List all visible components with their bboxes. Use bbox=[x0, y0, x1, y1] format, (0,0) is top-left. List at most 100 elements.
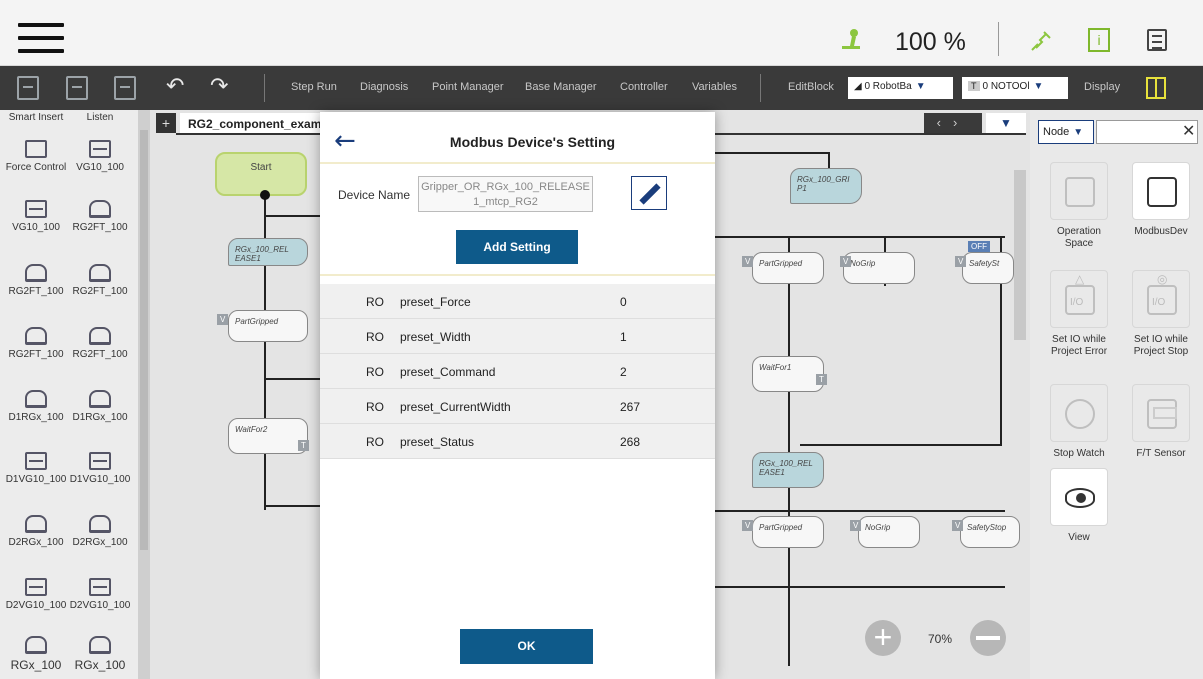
operation-space-icon bbox=[1050, 162, 1108, 220]
setting-row[interactable]: RO preset_CurrentWidth 267 bbox=[320, 389, 715, 424]
node-set-io-stop[interactable]: Set IO while Project Stop bbox=[1126, 270, 1196, 358]
close-icon[interactable]: ✕ bbox=[1182, 121, 1195, 141]
node-label: NoGrip bbox=[865, 523, 891, 532]
ok-button[interactable]: OK bbox=[460, 629, 593, 664]
partgripped-node[interactable]: PartGripped bbox=[752, 516, 824, 548]
editblock-button[interactable]: EditBlock bbox=[788, 81, 834, 93]
divider bbox=[320, 162, 715, 164]
network-icon bbox=[1147, 177, 1177, 207]
tool-select[interactable]: T0 NOTOOl ▼ bbox=[962, 77, 1068, 99]
start-node[interactable]: Start bbox=[215, 152, 307, 196]
palette-label: RG2FT_100 bbox=[8, 349, 64, 360]
gripper-icon bbox=[89, 327, 111, 345]
robot-base-select[interactable]: ◢ 0 RobotBa ▼ bbox=[848, 77, 953, 99]
flow-wire bbox=[715, 236, 1005, 238]
setting-row[interactable]: RO preset_Status 268 bbox=[320, 424, 715, 459]
palette-label: RG2FT_100 bbox=[72, 349, 128, 360]
node-label: RGx_100_GRI P1 bbox=[797, 175, 850, 193]
zoom-in-button[interactable]: + bbox=[865, 620, 901, 656]
palette-item-rg2ft[interactable]: RG2FT_100 bbox=[2, 264, 70, 297]
palette-item-d2vg10[interactable]: D2VG10_100 bbox=[2, 578, 70, 611]
setting-row[interactable]: RO preset_Command 2 bbox=[320, 354, 715, 389]
save-icon[interactable] bbox=[66, 76, 88, 100]
diagnosis-button[interactable]: Diagnosis bbox=[360, 81, 408, 93]
display-button[interactable]: Display bbox=[1084, 81, 1120, 93]
palette-item-listen[interactable]: Listen bbox=[66, 112, 134, 123]
menu-icon[interactable] bbox=[18, 23, 64, 57]
device-name-field[interactable]: Gripper_OR_RGx_100_RELEASE 1_mtcp_RG2 bbox=[418, 176, 593, 212]
redo-icon[interactable]: ↷ bbox=[210, 74, 228, 99]
palette-item-d2vg10[interactable]: D2VG10_100 bbox=[66, 578, 134, 611]
zoom-out-button[interactable] bbox=[970, 620, 1006, 656]
palette-item-rgx[interactable]: RGx_100 bbox=[2, 636, 70, 672]
palette-item-d2rgx[interactable]: D2RGx_100 bbox=[66, 515, 134, 548]
grip-node[interactable]: RGx_100_GRI P1 bbox=[790, 168, 862, 204]
controller-button[interactable]: Controller bbox=[620, 81, 668, 93]
edit-button[interactable] bbox=[631, 176, 667, 210]
release-node[interactable]: RGx_100_REL EASE1 bbox=[752, 452, 824, 488]
safetystop-node[interactable]: SafetySt bbox=[962, 252, 1014, 284]
node-label: NoGrip bbox=[850, 259, 876, 268]
palette-item-d1vg10[interactable]: D1VG10_100 bbox=[66, 452, 134, 485]
robot-status-icon[interactable] bbox=[838, 28, 864, 52]
waitfor-node[interactable]: WaitFor2 bbox=[228, 418, 308, 454]
palette-scrollbar[interactable] bbox=[138, 110, 150, 679]
waitfor-node[interactable]: WaitFor1 bbox=[752, 356, 824, 392]
node-label: PartGripped bbox=[235, 317, 279, 326]
canvas-scrollbar[interactable] bbox=[1014, 170, 1026, 340]
release-node[interactable]: RGx_100_REL EASE1 bbox=[228, 238, 308, 266]
connection-icon[interactable] bbox=[1028, 28, 1054, 54]
vacuum-gripper-icon bbox=[89, 452, 111, 470]
node-view[interactable]: View bbox=[1044, 468, 1114, 544]
panel-toggle-icon[interactable] bbox=[1146, 77, 1166, 99]
node-label: RGx_100_REL EASE1 bbox=[235, 245, 289, 263]
palette-item-vg10[interactable]: VG10_100 bbox=[66, 140, 134, 173]
setting-value: 267 bbox=[620, 400, 641, 414]
tab-list-dropdown[interactable]: ▼ bbox=[986, 113, 1026, 133]
step-run-button[interactable]: Step Run bbox=[291, 81, 337, 93]
palette-item-rg2ft[interactable]: RG2FT_100 bbox=[66, 327, 134, 360]
palette-item-d1rgx[interactable]: D1RGx_100 bbox=[66, 390, 134, 423]
safetystop-node[interactable]: SafetyStop bbox=[960, 516, 1020, 548]
palette-item-d1rgx[interactable]: D1RGx_100 bbox=[2, 390, 70, 423]
node-operation-space[interactable]: Operation Space bbox=[1044, 162, 1114, 250]
setting-row[interactable]: RO preset_Force 0 bbox=[320, 284, 715, 319]
tab-project[interactable]: RG2_component_exam bbox=[180, 113, 325, 135]
info-icon[interactable]: i bbox=[1088, 28, 1110, 52]
node-modbusdev[interactable]: ModbusDev bbox=[1126, 162, 1196, 238]
palette-item-d2rgx[interactable]: D2RGx_100 bbox=[2, 515, 70, 548]
palette-item-rg2ft[interactable]: RG2FT_100 bbox=[2, 327, 70, 360]
off-toggle[interactable]: OFF bbox=[968, 241, 990, 252]
nogrip-node[interactable]: NoGrip bbox=[843, 252, 915, 284]
palette-label: D1VG10_100 bbox=[69, 474, 131, 485]
node-filter-select[interactable]: Node ▼ bbox=[1038, 120, 1094, 144]
nogrip-node[interactable]: NoGrip bbox=[858, 516, 920, 548]
palette-item-rg2ft[interactable]: RG2FT_100 bbox=[66, 200, 134, 233]
palette-item-d1vg10[interactable]: D1VG10_100 bbox=[2, 452, 70, 485]
partgripped-node[interactable]: PartGripped bbox=[752, 252, 824, 284]
palette-item-vg10[interactable]: VG10_100 bbox=[2, 200, 70, 233]
base-manager-button[interactable]: Base Manager bbox=[525, 81, 597, 93]
save-as-icon[interactable] bbox=[114, 76, 136, 100]
log-icon[interactable] bbox=[1147, 29, 1167, 51]
palette-item-force-control[interactable]: Force Control bbox=[2, 140, 70, 173]
add-setting-button[interactable]: Add Setting bbox=[456, 230, 578, 264]
undo-icon[interactable]: ↶ bbox=[166, 74, 184, 99]
speed-readout: 100 % bbox=[895, 28, 966, 56]
variables-button[interactable]: Variables bbox=[692, 81, 737, 93]
new-project-icon[interactable] bbox=[17, 76, 39, 100]
partgripped-node[interactable]: PartGripped bbox=[228, 310, 308, 342]
add-tab-button[interactable]: + bbox=[156, 113, 176, 133]
point-manager-button[interactable]: Point Manager bbox=[432, 81, 504, 93]
palette-item-rg2ft[interactable]: RG2FT_100 bbox=[66, 264, 134, 297]
tab-nav-arrows[interactable]: ‹› bbox=[924, 113, 982, 133]
node-ft-sensor[interactable]: F/T Sensor bbox=[1126, 384, 1196, 460]
palette-item-smart-insert[interactable]: Smart Insert bbox=[2, 112, 70, 123]
timeout-tag: T bbox=[298, 440, 309, 451]
node-set-io-error[interactable]: Set IO while Project Error bbox=[1044, 270, 1114, 358]
node-stop-watch[interactable]: Stop Watch bbox=[1044, 384, 1114, 460]
palette-item-rgx[interactable]: RGx_100 bbox=[66, 636, 134, 672]
setting-row[interactable]: RO preset_Width 1 bbox=[320, 319, 715, 354]
scroll-thumb[interactable] bbox=[140, 130, 148, 550]
vacuum-gripper-icon bbox=[25, 452, 47, 470]
